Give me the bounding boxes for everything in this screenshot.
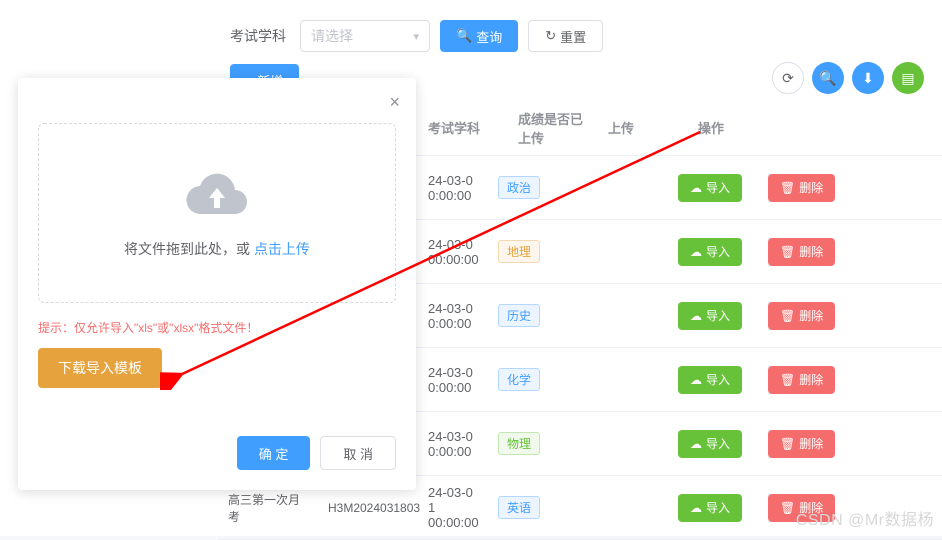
cloud-icon: ☁ (690, 437, 702, 451)
subject-tag: 地理 (498, 240, 540, 263)
filter-label: 考试学科 (230, 26, 286, 46)
upload-dropzone[interactable]: 将文件拖到此处，或 点击上传 (38, 123, 396, 303)
import-button[interactable]: ☁ 导入 (678, 430, 742, 458)
uploaded-cell (578, 436, 668, 452)
download-template-button[interactable]: 下载导入模板 (38, 348, 162, 388)
refresh-circle-button[interactable]: ⟳ (772, 62, 804, 94)
file-format-hint: 提示：仅允许导入"xls"或"xlsx"格式文件！ (38, 319, 396, 336)
import-button[interactable]: ☁ 导入 (678, 366, 742, 394)
close-icon[interactable]: × (389, 92, 400, 113)
uploaded-cell (578, 244, 668, 260)
search-circle-button[interactable]: 🔍 (812, 62, 844, 94)
uploaded-cell (578, 180, 668, 196)
reset-icon: ↻ (545, 28, 556, 44)
delete-button[interactable]: 🗑 删除 (768, 366, 835, 394)
exam-date: 24-03-0 (428, 485, 478, 500)
exam-time: 00:00:00 (428, 252, 478, 267)
exam-time: 0:00:00 (428, 444, 478, 459)
delete-button[interactable]: 🗑 删除 (768, 302, 835, 330)
uploaded-cell (578, 372, 668, 388)
exam-date: 24-03-0 (428, 429, 478, 444)
cloud-upload-icon (185, 168, 249, 221)
cloud-icon: ☁ (690, 309, 702, 323)
download-circle-button[interactable]: ⬇ (852, 62, 884, 94)
exam-code: H3M2024031803 (318, 493, 418, 523)
search-icon: 🔍 (456, 28, 472, 44)
cloud-icon: ☁ (690, 373, 702, 387)
trash-icon: 🗑 (780, 309, 795, 323)
exam-time: 0:00:00 (428, 316, 478, 331)
exam-time: 0:00:00 (428, 188, 478, 203)
trash-icon: 🗑 (780, 181, 795, 195)
trash-icon: 🗑 (780, 245, 795, 259)
exam-date: 24-03-0 (428, 237, 478, 252)
th-upload: 上传 (598, 110, 688, 145)
import-button[interactable]: ☁ 导入 (678, 238, 742, 266)
confirm-button[interactable]: 确 定 (237, 436, 311, 470)
exam-name: 高三第一次月考 (218, 483, 318, 533)
import-button[interactable]: ☁ 导入 (678, 494, 742, 522)
trash-icon: 🗑 (780, 373, 795, 387)
upload-drop-text: 将文件拖到此处，或 (124, 241, 254, 257)
th-ops: 操作 (688, 110, 942, 145)
th-subject: 考试学科 (418, 110, 508, 145)
subject-tag: 物理 (498, 432, 540, 455)
export-circle-button[interactable]: ▤ (892, 62, 924, 94)
select-placeholder: 请选择 (311, 26, 353, 46)
delete-button[interactable]: 🗑 删除 (768, 238, 835, 266)
chevron-down-icon: ▾ (413, 30, 419, 43)
import-button[interactable]: ☁ 导入 (678, 174, 742, 202)
exam-date: 24-03-0 (428, 173, 478, 188)
subject-select[interactable]: 请选择 ▾ (300, 20, 430, 52)
reset-button[interactable]: ↻ 重置 (528, 20, 603, 52)
cloud-icon: ☁ (690, 501, 702, 515)
exam-time: 0:00:00 (428, 380, 478, 395)
exam-date: 24-03-0 (428, 365, 478, 380)
uploaded-cell (578, 308, 668, 324)
upload-click-link[interactable]: 点击上传 (254, 241, 310, 257)
cloud-icon: ☁ (690, 245, 702, 259)
watermark: CSDN @Mr数据杨 (796, 506, 934, 530)
subject-tag: 历史 (498, 304, 540, 327)
upload-text: 将文件拖到此处，或 点击上传 (124, 239, 310, 259)
subject-tag: 化学 (498, 368, 540, 391)
reset-button-label: 重置 (560, 27, 586, 46)
import-modal: × 将文件拖到此处，或 点击上传 提示：仅允许导入"xls"或"xlsx"格式文… (18, 78, 416, 490)
subject-tag: 政治 (498, 176, 540, 199)
trash-icon: 🗑 (780, 501, 795, 515)
query-button[interactable]: 🔍 查询 (440, 20, 518, 52)
exam-date: 24-03-0 (428, 301, 478, 316)
delete-button[interactable]: 🗑 删除 (768, 430, 835, 458)
query-button-label: 查询 (476, 27, 502, 46)
cancel-button[interactable]: 取 消 (320, 436, 396, 470)
subject-tag: 英语 (498, 496, 540, 519)
th-uploaded: 成绩是否已上传 (508, 101, 598, 155)
uploaded-cell (578, 500, 668, 516)
delete-button[interactable]: 🗑 删除 (768, 174, 835, 202)
cloud-icon: ☁ (690, 181, 702, 195)
trash-icon: 🗑 (780, 437, 795, 451)
import-button[interactable]: ☁ 导入 (678, 302, 742, 330)
exam-time: 1 00:00:00 (428, 500, 478, 530)
